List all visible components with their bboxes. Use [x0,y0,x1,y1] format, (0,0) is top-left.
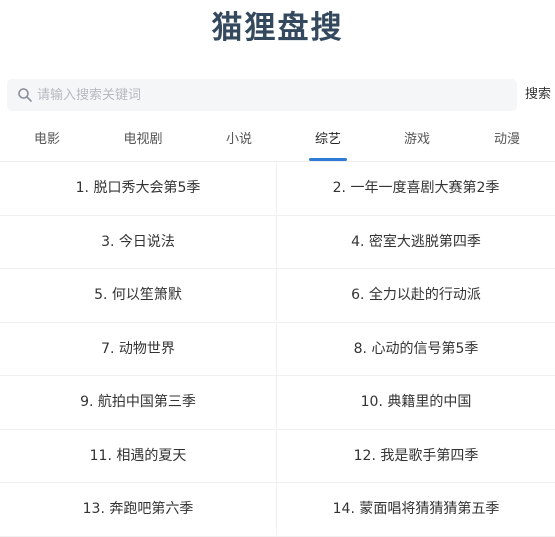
search-icon [17,87,33,103]
list-row: 3. 今日说法 4. 密室大逃脱第四季 [0,215,555,269]
tab-novel[interactable]: 小说 [210,121,268,161]
ranking-list: 1. 脱口秀大会第5季 2. 一年一度喜剧大赛第2季 3. 今日说法 4. 密室… [0,162,555,537]
tab-movie[interactable]: 电影 [18,121,76,161]
list-item[interactable]: 11. 相遇的夏天 [0,429,277,482]
list-item[interactable]: 10. 典籍里的中国 [277,376,555,428]
category-tabs: 电影 电视剧 小说 综艺 游戏 动漫 [0,121,555,162]
list-item[interactable]: 13. 奔跑吧第六季 [0,483,277,535]
tab-label: 综艺 [314,132,341,147]
list-item[interactable]: 2. 一年一度喜剧大赛第2季 [277,162,555,214]
tab-anime[interactable]: 动漫 [478,121,536,161]
tab-variety-show[interactable]: 综艺 [304,121,352,161]
list-row: 1. 脱口秀大会第5季 2. 一年一度喜剧大赛第2季 [0,162,555,216]
tab-label: 电视剧 [123,132,163,147]
list-item[interactable]: 5. 何以笙箫默 [0,269,277,321]
tab-game[interactable]: 游戏 [388,121,446,161]
search-box[interactable] [7,79,517,111]
list-item[interactable]: 9. 航拍中国第三季 [0,376,277,428]
list-item[interactable]: 6. 全力以赴的行动派 [277,269,555,321]
tab-label: 动漫 [493,132,520,147]
list-item[interactable]: 12. 我是歌手第四季 [277,430,555,482]
list-item[interactable]: 4. 密室大逃脱第四季 [277,216,555,268]
list-row: 9. 航拍中国第三季 10. 典籍里的中国 [0,376,555,430]
search-input[interactable] [37,79,507,111]
list-item[interactable]: 7. 动物世界 [0,322,277,375]
tab-label: 小说 [225,132,252,147]
list-item[interactable]: 8. 心动的信号第5季 [277,323,555,375]
search-bar: 搜索 [7,79,555,111]
tab-tv-series[interactable]: 电视剧 [112,121,174,161]
search-button[interactable]: 搜索 [525,79,551,111]
active-tab-indicator [309,158,347,161]
list-item[interactable]: 3. 今日说法 [0,215,277,268]
site-logo-title: 猫狸盘搜 [211,10,344,46]
list-item[interactable]: 1. 脱口秀大会第5季 [0,162,277,214]
tab-label: 游戏 [403,132,430,147]
list-row: 5. 何以笙箫默 6. 全力以赴的行动派 [0,269,555,323]
list-row: 7. 动物世界 8. 心动的信号第5季 [0,322,555,376]
list-item[interactable]: 14. 蒙面唱将猜猜猜第五季 [277,483,555,535]
list-row: 13. 奔跑吧第六季 14. 蒙面唱将猜猜猜第五季 [0,483,555,537]
list-row: 11. 相遇的夏天 12. 我是歌手第四季 [0,429,555,483]
tab-label: 电影 [33,132,60,147]
